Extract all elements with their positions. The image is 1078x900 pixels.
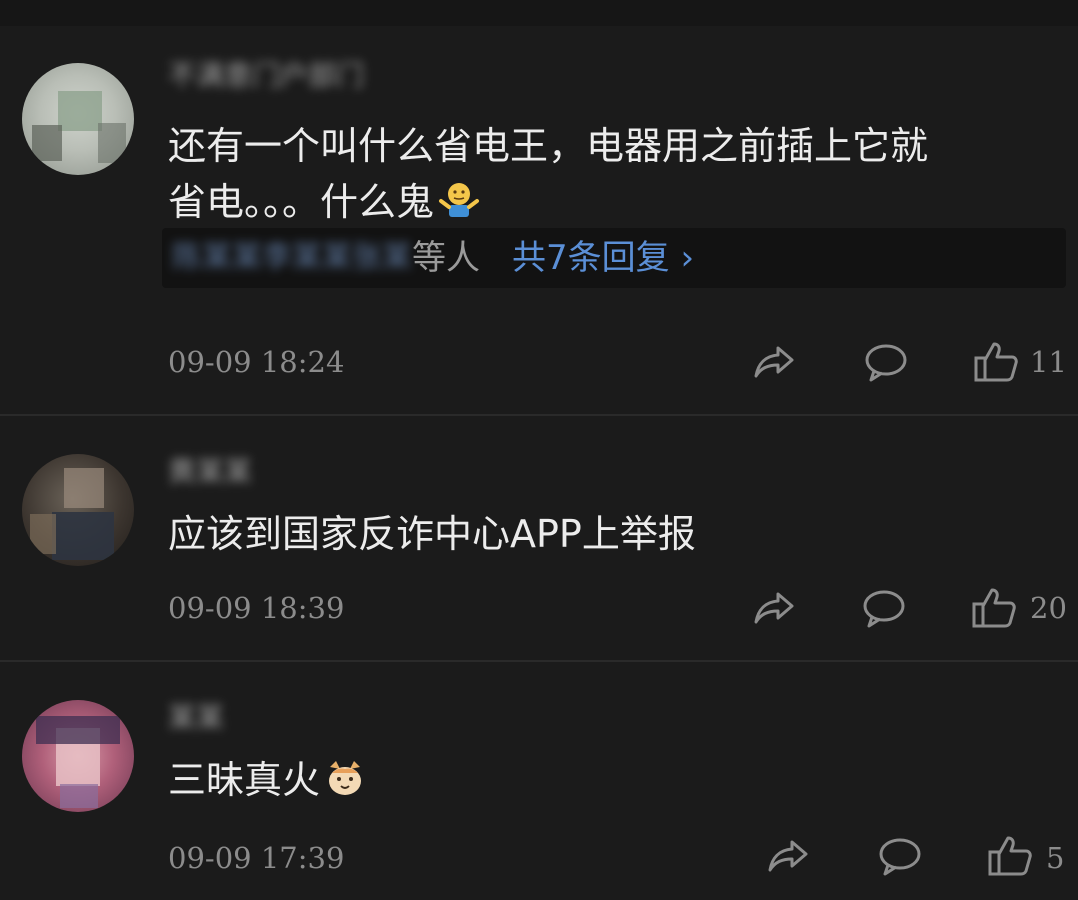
reply-preview[interactable]: 陈某某李某某张某某 等人 共7条回复 › [162, 228, 1066, 288]
share-icon [754, 346, 794, 378]
comment-icon [865, 344, 907, 382]
reply-usernames[interactable]: 陈某某李某某张某某 [172, 236, 410, 280]
avatar[interactable] [22, 63, 134, 175]
comment-icon [863, 590, 905, 628]
comment-button[interactable] [858, 582, 910, 634]
avatar[interactable] [22, 700, 134, 812]
like-icon [988, 836, 1032, 876]
view-replies-link[interactable]: 共7条回复 › [512, 236, 694, 280]
avatar[interactable] [22, 454, 134, 566]
comment-time: 09-09 18:39 [168, 591, 345, 625]
comment-button[interactable] [860, 336, 912, 388]
comment-text: 还有一个叫什么省电王，电器用之前插上它就 省电。。。什么鬼 [168, 124, 929, 224]
comment-text: 三昧真火 [168, 752, 1048, 808]
like-count: 11 [1030, 345, 1067, 379]
like-icon [972, 588, 1016, 628]
username[interactable]: 黄某某 [168, 452, 252, 492]
comment-item: 黄某某 应该到国家反诈中心APP上举报 09-09 18:39 20 [0, 416, 1078, 662]
username[interactable]: 不满意门户部门 [168, 56, 364, 96]
comment-text: 应该到国家反诈中心APP上举报 [168, 512, 696, 556]
comment-icon [879, 838, 921, 876]
reply-etc-label: 等人 [412, 238, 480, 278]
share-icon [754, 592, 794, 624]
cat-emoji-icon [324, 757, 366, 799]
like-count: 20 [1030, 591, 1067, 625]
shrug-emoji-icon [438, 179, 480, 221]
share-button[interactable] [748, 582, 800, 634]
like-button[interactable] [970, 336, 1022, 388]
comment-item: 不满意门户部门 还有一个叫什么省电王，电器用之前插上它就 省电。。。什么鬼 陈某… [0, 0, 1078, 414]
username[interactable]: 某某 [168, 698, 224, 738]
like-button[interactable] [968, 582, 1020, 634]
share-button[interactable] [762, 830, 814, 882]
like-count: 5 [1046, 841, 1065, 875]
comment-time: 09-09 18:24 [168, 345, 345, 379]
like-button[interactable] [984, 830, 1036, 882]
comment-item: 某某 三昧真火 09-09 17:39 5 [0, 662, 1078, 900]
share-button[interactable] [748, 336, 800, 388]
like-icon [974, 342, 1018, 382]
comment-time: 09-09 17:39 [168, 841, 345, 875]
comment-button[interactable] [874, 830, 926, 882]
share-icon [768, 840, 808, 872]
